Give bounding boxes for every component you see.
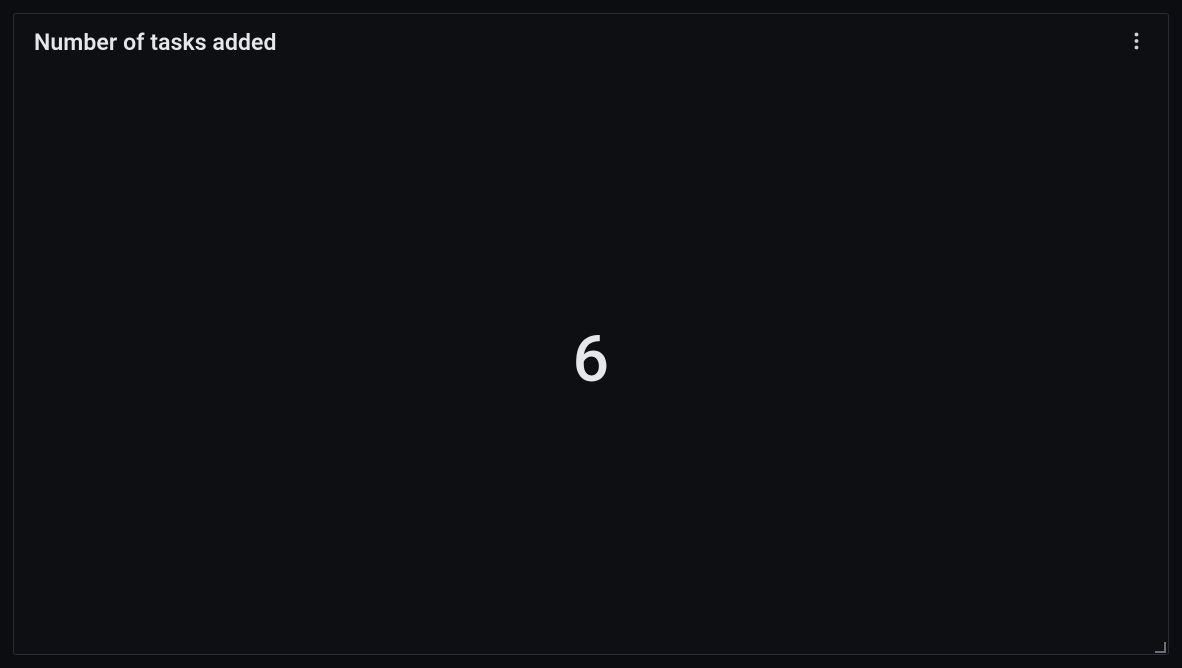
panel-body: 6 [14, 66, 1168, 654]
panel-menu-button[interactable] [1122, 28, 1150, 56]
stat-panel: Number of tasks added 6 [13, 13, 1169, 655]
kebab-menu-icon [1134, 32, 1139, 53]
resize-handle[interactable] [1152, 638, 1166, 652]
panel-title: Number of tasks added [34, 29, 277, 56]
resize-handle-icon [1152, 638, 1166, 657]
stat-value: 6 [573, 328, 610, 392]
panel-header: Number of tasks added [14, 14, 1168, 66]
